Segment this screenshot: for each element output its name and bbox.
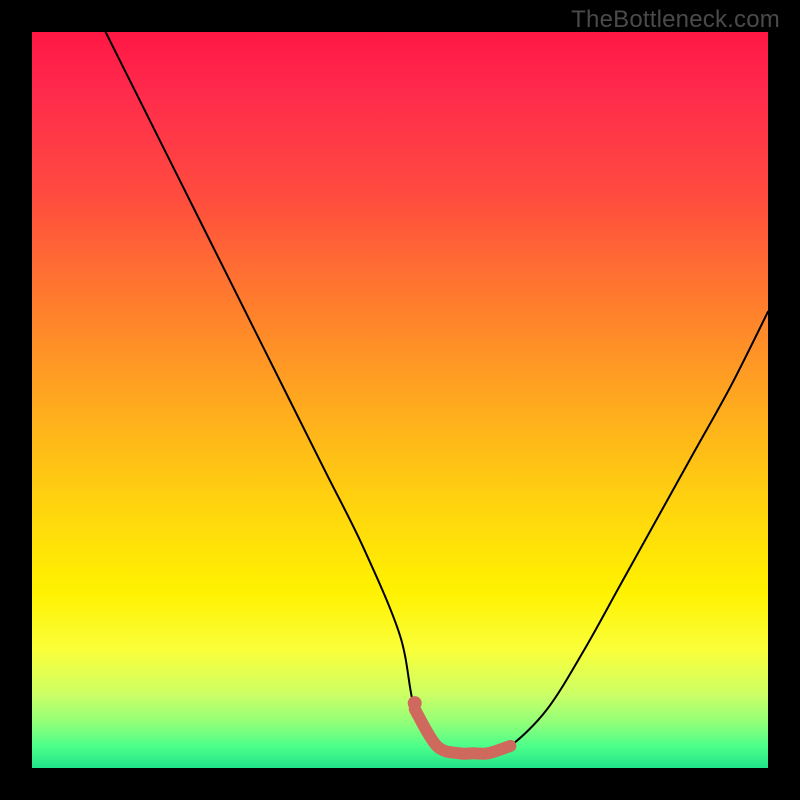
valley-marker bbox=[415, 709, 511, 754]
chart-container: TheBottleneck.com bbox=[0, 0, 800, 800]
valley-start-dot bbox=[408, 696, 422, 710]
plot-area bbox=[32, 32, 768, 768]
bottleneck-curve bbox=[106, 32, 768, 754]
curve-svg bbox=[32, 32, 768, 768]
watermark-text: TheBottleneck.com bbox=[571, 6, 780, 34]
